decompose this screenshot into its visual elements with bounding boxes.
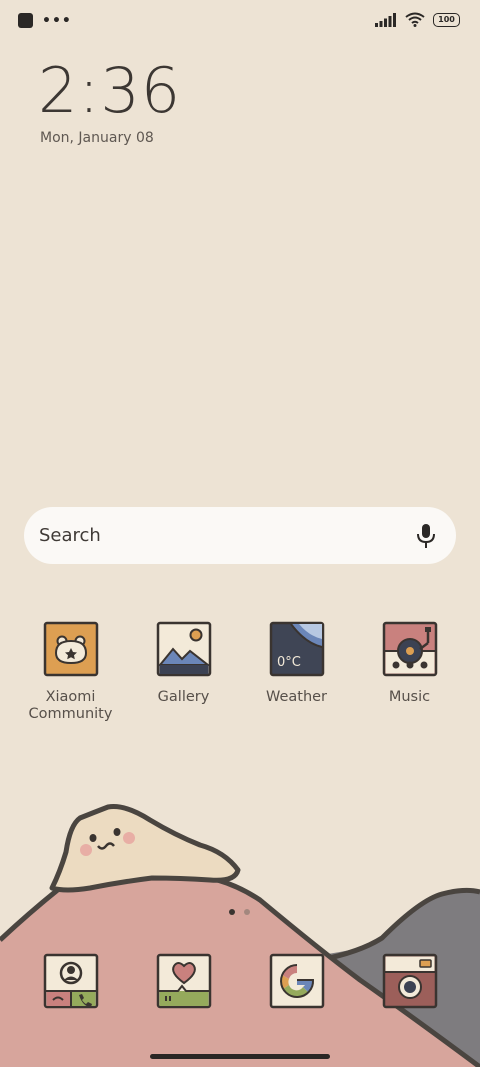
battery-icon: 100: [433, 12, 460, 27]
weather-badge: 0°C: [277, 655, 301, 670]
xiaomi-community-icon: [43, 621, 98, 677]
search-bar[interactable]: Search: [24, 507, 456, 564]
app-label-music: Music: [388, 689, 431, 705]
app-xiaomi-community[interactable]: Xiaomi Community: [14, 621, 127, 723]
signal-icon: [375, 12, 396, 27]
clock-time[interactable]: 2:36: [38, 56, 181, 126]
status-bar: ••• 100: [0, 0, 480, 42]
app-label-xiaomi-community: Xiaomi Community: [28, 689, 113, 722]
wifi-icon: [405, 12, 425, 27]
phone-icon[interactable]: [43, 953, 99, 1009]
home-indicator[interactable]: [150, 1054, 330, 1059]
more-dots-icon: •••: [42, 12, 72, 29]
app-gallery[interactable]: Gallery: [127, 621, 240, 706]
notification-square-icon: [18, 13, 33, 28]
page-indicator[interactable]: [229, 909, 250, 915]
app-weather[interactable]: 0°C Weather: [240, 621, 353, 706]
mountain-wallpaper: [0, 804, 480, 1067]
messages-icon[interactable]: [156, 953, 212, 1009]
camera-icon[interactable]: [382, 953, 438, 1009]
status-bar-right: 100: [375, 12, 460, 27]
search-placeholder: Search: [39, 525, 101, 546]
app-label-weather: Weather: [265, 689, 328, 705]
status-bar-left: •••: [18, 13, 72, 28]
app-label-gallery: Gallery: [157, 689, 210, 705]
clock-date[interactable]: Mon, January 08: [40, 130, 154, 146]
google-icon[interactable]: [269, 953, 325, 1009]
app-music[interactable]: Music: [353, 621, 466, 706]
microphone-icon[interactable]: [414, 523, 438, 549]
page-dot-2[interactable]: [244, 909, 250, 915]
weather-icon: 0°C: [269, 621, 324, 677]
page-dot-1[interactable]: [229, 909, 235, 915]
music-icon: [382, 621, 437, 677]
gallery-icon: [156, 621, 211, 677]
